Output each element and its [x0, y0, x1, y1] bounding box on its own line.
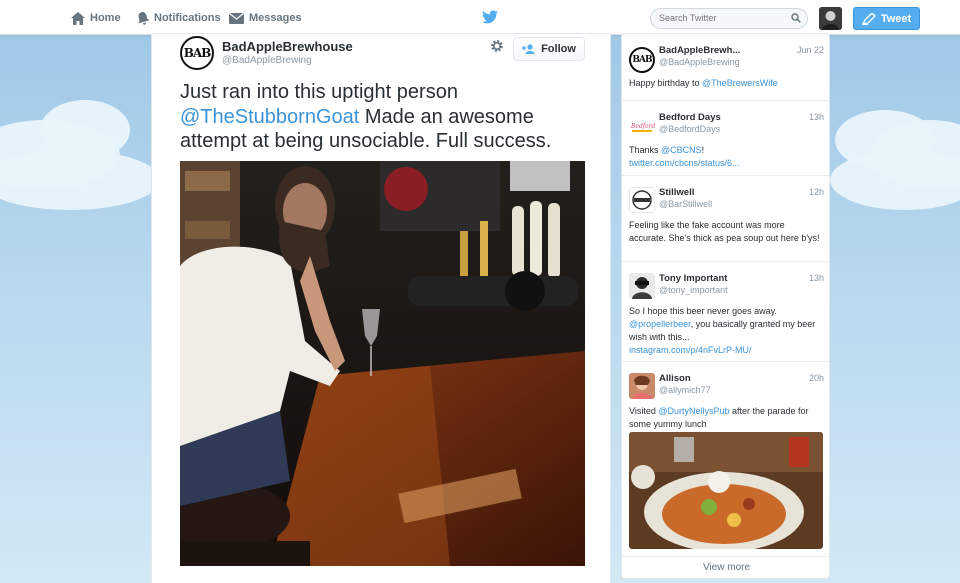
- tony-important-avatar[interactable]: [629, 273, 655, 299]
- bell-icon: [138, 11, 149, 25]
- mention-link[interactable]: @TheBrewersWife: [702, 78, 778, 88]
- sidebar-tweet-name[interactable]: Tony Important: [659, 273, 727, 284]
- twitter-bird-icon[interactable]: [482, 10, 498, 24]
- url-link[interactable]: twitter.com/cbcns/status/6...: [629, 158, 740, 168]
- sidebar-tweet-text: Feeling like the fake account was more a…: [629, 220, 820, 243]
- text-part: Happy birthday to: [629, 78, 703, 88]
- brewhouse-logo-avatar[interactable]: BAB: [180, 36, 214, 70]
- nav-notifications-label: Notifications: [154, 12, 221, 24]
- tweet-text: Just ran into this uptight person @TheSt…: [180, 80, 600, 154]
- sidebar-tweet-handle[interactable]: @allymich77: [659, 385, 711, 395]
- text-part: !: [701, 145, 705, 155]
- sidebar-tweet-photo[interactable]: [629, 432, 823, 549]
- sidebar-tweet-text: Visited @DurtyNellysPub after the parade…: [629, 405, 824, 431]
- compose-icon: [861, 12, 876, 25]
- nav-home[interactable]: Home: [71, 9, 121, 27]
- follow-button-label: Follow: [541, 43, 576, 55]
- mention-link[interactable]: @CBCNS: [661, 145, 702, 155]
- compose-tweet-label: Tweet: [880, 12, 912, 25]
- sidebar-tweet-item[interactable]: Allison @allymich77 20h Visited @DurtyNe…: [622, 362, 829, 556]
- sidebar-tweet-name[interactable]: Stillwell: [659, 187, 694, 198]
- search-icon[interactable]: [791, 13, 801, 23]
- sidebar-tweet-item[interactable]: Tony Important @tony_important 13h So I …: [622, 262, 829, 362]
- top-navigation-bar: Home Notifications Messages Tweet: [0, 0, 960, 35]
- sidebar-tweet-time[interactable]: 20h: [809, 373, 824, 383]
- text-part: Thanks: [629, 145, 662, 155]
- sidebar-tweet-name[interactable]: Bedford Days: [659, 112, 721, 123]
- compose-tweet-button[interactable]: Tweet: [853, 7, 920, 30]
- svg-text:Bedford: Bedford: [630, 123, 655, 130]
- sidebar-tweet-text: Thanks @CBCNS! twitter.com/cbcns/status/6…: [629, 144, 824, 170]
- sidebar-tweet-handle[interactable]: @BarStillwell: [659, 199, 712, 209]
- brewhouse-logo-avatar[interactable]: BAB: [629, 47, 655, 73]
- text-part: So I hope this beer never goes away.: [629, 306, 777, 316]
- sidebar-tweet-text: Happy birthday to @TheBrewersWife: [629, 77, 824, 90]
- sidebar-tweet-item[interactable]: Stillwell @BarStillwell 12h Feeling like…: [622, 176, 829, 262]
- tweet-text-part: Just ran into this uptight person: [180, 81, 458, 103]
- sidebar-tweet-handle[interactable]: @BadAppleBrewing: [659, 57, 740, 67]
- tweet-mention-link[interactable]: @TheStubbornGoat: [180, 106, 359, 128]
- sidebar-tweet-handle[interactable]: @tony_important: [659, 285, 728, 295]
- bedford-days-avatar[interactable]: Bedford: [629, 112, 655, 138]
- follow-person-icon: [522, 44, 535, 54]
- tweet-user-name[interactable]: BadAppleBrewhouse: [222, 39, 353, 54]
- home-icon: [71, 11, 85, 25]
- sidebar-tweet-text: So I hope this beer never goes away. @pro…: [629, 305, 824, 357]
- text-part: Visited: [629, 406, 659, 416]
- cloud-decoration: [830, 150, 960, 210]
- envelope-icon: [229, 12, 244, 24]
- sidebar-tweet-time[interactable]: Jun 22: [797, 45, 824, 55]
- search-box[interactable]: [650, 8, 808, 29]
- user-avatar[interactable]: [819, 7, 842, 30]
- tweet-user-handle[interactable]: @BadAppleBrewing: [222, 55, 312, 66]
- sidebar-tweet-item[interactable]: BAB BadAppleBrewh... @BadAppleBrewing Ju…: [622, 34, 829, 101]
- sidebar-tweet-time[interactable]: 13h: [809, 112, 824, 122]
- sidebar-tweet-list: BAB BadAppleBrewh... @BadAppleBrewing Ju…: [621, 33, 830, 579]
- url-link[interactable]: instagram.com/p/4nFvLrP-MU/: [629, 345, 752, 355]
- cloud-decoration: [0, 150, 160, 210]
- sidebar-tweet-item[interactable]: Bedford Bedford Days @BedfordDays 13h Th…: [622, 101, 829, 176]
- mention-link[interactable]: @propellerbeer: [629, 319, 691, 329]
- sidebar-tweet-name[interactable]: Allison: [659, 373, 691, 384]
- sidebar-tweet-name[interactable]: BadAppleBrewh...: [659, 45, 740, 56]
- follow-button[interactable]: Follow: [513, 37, 585, 61]
- view-more-link[interactable]: View more: [622, 556, 829, 578]
- gear-icon[interactable]: [490, 39, 504, 53]
- tweet-detail-card: BAB BadAppleBrewhouse @BadAppleBrewing F…: [151, 33, 611, 583]
- tweet-photo[interactable]: [180, 161, 585, 566]
- allison-avatar[interactable]: [629, 373, 655, 399]
- nav-messages[interactable]: Messages: [229, 9, 302, 27]
- nav-home-label: Home: [90, 12, 121, 24]
- sidebar-tweet-handle[interactable]: @BedfordDays: [659, 124, 720, 134]
- search-input[interactable]: [659, 13, 784, 23]
- sidebar-tweet-time[interactable]: 13h: [809, 273, 824, 283]
- nav-messages-label: Messages: [249, 12, 302, 24]
- sidebar-tweet-time[interactable]: 12h: [809, 187, 824, 197]
- nav-notifications[interactable]: Notifications: [137, 9, 221, 27]
- mention-link[interactable]: @DurtyNellysPub: [658, 406, 729, 416]
- stillwell-avatar[interactable]: [629, 187, 655, 213]
